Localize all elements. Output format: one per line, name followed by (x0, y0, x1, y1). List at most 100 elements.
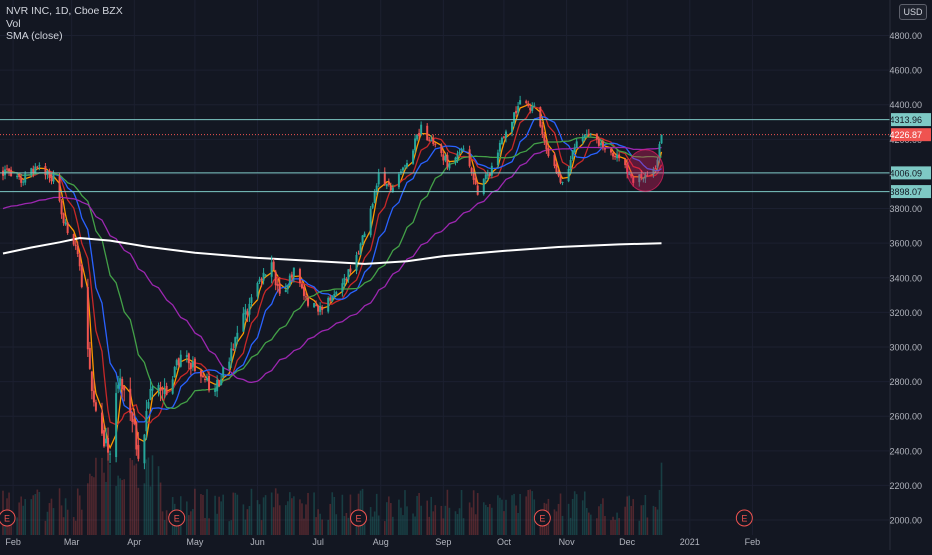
volume-bar (109, 464, 111, 535)
volume-bar (115, 486, 117, 535)
volume-bar (299, 499, 301, 535)
x-tick-label: Feb (745, 537, 761, 547)
candle-body (416, 134, 419, 140)
volume-bar (420, 505, 422, 535)
candle-body (157, 385, 160, 391)
time-axis: Feb Mar Apr May Jun Jul Aug Sep Oct Nov Dec 2021 Feb (5, 537, 760, 547)
volume-bar (38, 491, 41, 535)
y-tick-label: 3200.00 (889, 308, 922, 318)
volume-bar (585, 508, 588, 535)
volume-bar (412, 513, 414, 535)
candle-body (567, 169, 570, 182)
candle-body (86, 287, 89, 350)
volume-bar (133, 465, 136, 535)
candle-body (401, 167, 404, 171)
currency-button[interactable]: USD (899, 4, 927, 20)
candle-body (341, 283, 344, 292)
volume-indicator-label[interactable]: Vol (6, 18, 123, 31)
volume-bar (598, 506, 600, 535)
volume-bar (46, 511, 49, 535)
candle-body (468, 149, 471, 167)
candle-body (612, 152, 615, 157)
candle-body (349, 268, 352, 272)
candle-body (486, 174, 489, 176)
x-tick-label: Oct (497, 537, 512, 547)
volume-bar (529, 489, 532, 535)
candle-body (331, 296, 334, 302)
candle-body (105, 438, 108, 444)
candle-body (230, 348, 233, 362)
volume-bar (270, 492, 273, 535)
candle-body (315, 304, 318, 306)
volume-bar (503, 511, 505, 535)
candle-body (107, 437, 110, 453)
candle-body (553, 154, 556, 166)
sma-indicator-label[interactable]: SMA (close) (6, 30, 123, 43)
level-price-label: 3898.07 (889, 187, 922, 197)
volume-bar (119, 478, 121, 535)
volume-bar (16, 517, 18, 535)
volume-bar (388, 496, 390, 535)
volume-bar (630, 506, 633, 535)
volume-bar (660, 462, 663, 535)
volume-bar (383, 521, 386, 535)
candle-body (248, 303, 251, 315)
volume-bar (121, 480, 123, 535)
candle-body (161, 388, 164, 390)
candle-body (100, 412, 103, 434)
volume-bar (458, 508, 461, 535)
volume-bar (583, 491, 586, 535)
volume-bar (222, 494, 224, 535)
candle-body (448, 163, 451, 169)
volume-bar (406, 506, 408, 535)
volume-bar (474, 514, 477, 535)
volume-bar (398, 499, 400, 535)
candle-body (232, 349, 235, 351)
volume-bar (390, 503, 392, 535)
volume-bar (287, 501, 289, 535)
volume-bar (163, 520, 166, 535)
x-tick-label: May (186, 537, 204, 547)
volume-bar (602, 498, 604, 535)
volume-bar (505, 499, 507, 535)
candle-body (446, 155, 449, 167)
candle-body (288, 275, 291, 286)
earnings-marker-label: E (174, 514, 180, 524)
chart-area[interactable]: 1800.002000.002200.002400.002600.002800.… (0, 0, 932, 555)
candle-body (149, 388, 152, 400)
candle-body (121, 379, 124, 390)
volume-bar (48, 503, 51, 535)
volume-bar (347, 517, 350, 535)
candle-body (76, 245, 79, 255)
volume-bar (186, 501, 188, 535)
candle-body (204, 378, 206, 380)
volume-bar (143, 483, 146, 535)
volume-bar (30, 499, 33, 535)
volume-bar (50, 498, 53, 535)
volume-bar (220, 501, 222, 535)
earnings-marker-label: E (356, 514, 362, 524)
candle-body (614, 155, 617, 158)
candle-body (375, 185, 378, 192)
volume-bar (72, 517, 75, 535)
candle-body (38, 165, 41, 167)
highlight-ellipse (626, 149, 665, 192)
volume-bar (561, 515, 564, 535)
symbol-title[interactable]: NVR INC, 1D, Cboe BZX (6, 5, 123, 18)
candle-body (333, 293, 336, 297)
volume-bar (333, 496, 336, 535)
candlestick-chart[interactable]: 1800.002000.002200.002400.002600.002800.… (0, 0, 932, 555)
volume-bar (236, 494, 239, 535)
candle-body (610, 148, 613, 153)
candle-body (64, 222, 67, 225)
volume-bar (373, 511, 376, 535)
volume-bar (278, 505, 281, 535)
candle-body (490, 165, 493, 176)
candle-body (52, 174, 55, 182)
candle-body (581, 137, 584, 142)
candle-body (177, 358, 180, 366)
volume-bar (62, 517, 65, 535)
candle-body (624, 158, 627, 166)
y-tick-label: 2000.00 (889, 516, 922, 526)
candle-body (193, 358, 196, 371)
